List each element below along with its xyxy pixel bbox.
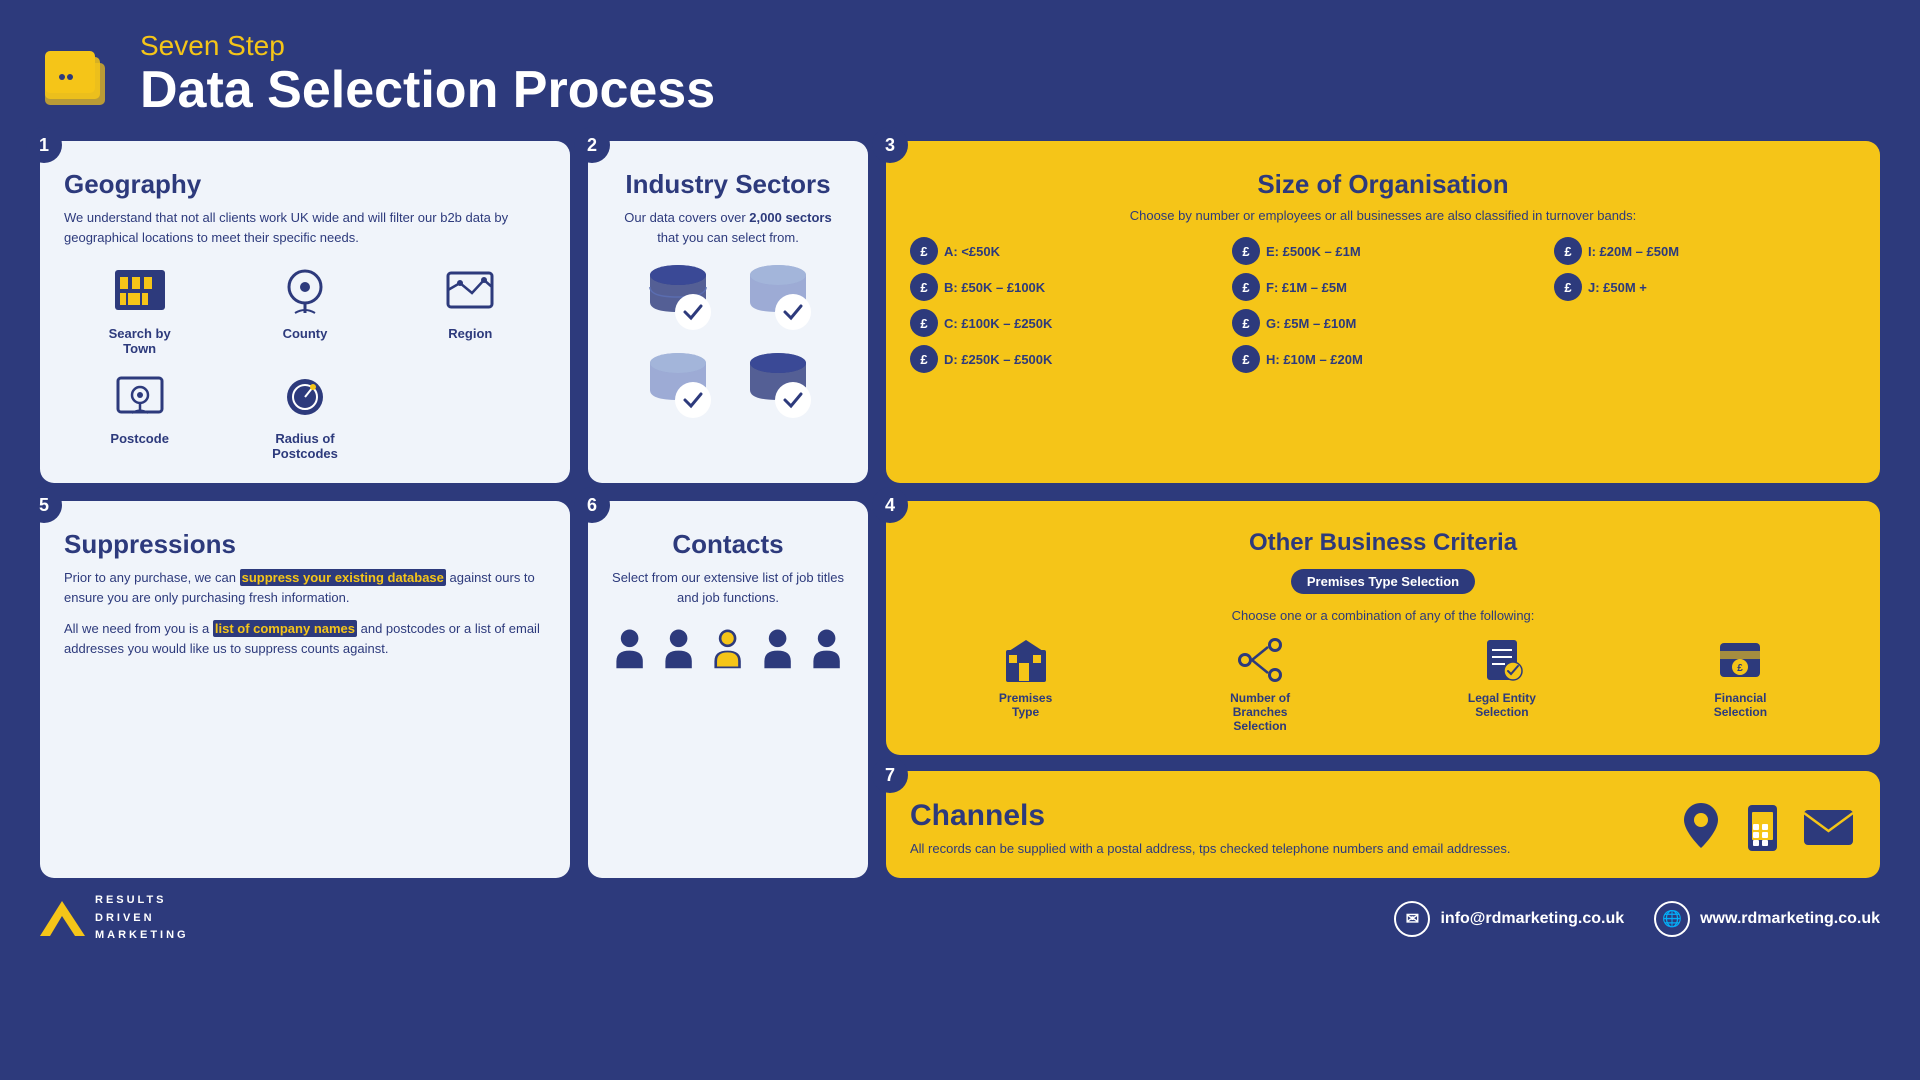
step3-size: 3 Size of Organisation Choose by number … [886, 141, 1880, 483]
step2-badge: 2 [574, 127, 610, 163]
rdm-logo-icon [40, 901, 85, 936]
step1-geography: 1 Geography We understand that not all c… [40, 141, 570, 483]
pound-I: £ [1554, 237, 1582, 265]
other-icons-row: PremisesType [910, 635, 1856, 733]
band-F: £ F: £1M – £5M [1232, 273, 1534, 301]
step7-badge: 7 [872, 757, 908, 793]
premises-badge: Premises Type Selection [1291, 569, 1475, 594]
pound-F: £ [1232, 273, 1260, 301]
step5-suppressions: 5 Suppressions Prior to any purchase, we… [40, 501, 570, 878]
footer-contact: ✉ info@rdmarketing.co.uk 🌐 www.rdmarketi… [1394, 901, 1880, 937]
band-H: £ H: £10M – £20M [1232, 345, 1534, 373]
pound-G: £ [1232, 309, 1260, 337]
step4-subtitle: Choose one or a combination of any of th… [910, 608, 1856, 623]
footer-logo-text: RESULTS DRIVEN MARKETING [95, 892, 189, 945]
size-bands-grid: £ A: <£50K £ E: £500K – £1M £ I: £20M – … [910, 237, 1856, 373]
pound-J: £ [1554, 273, 1582, 301]
premises-type-item: PremisesType [999, 635, 1052, 719]
branches-label: Number ofBranchesSelection [1230, 691, 1290, 733]
step7-body: All records can be supplied with a posta… [910, 841, 1659, 856]
band-G: £ G: £5M – £10M [1232, 309, 1534, 337]
pound-C: £ [910, 309, 938, 337]
footer: RESULTS DRIVEN MARKETING ✉ info@rdmarket… [40, 892, 1880, 945]
step6-contacts: 6 Contacts Select from our extensive lis… [588, 501, 868, 878]
footer-website: 🌐 www.rdmarketing.co.uk [1654, 901, 1880, 937]
geo-search-town-label: Search byTown [109, 326, 171, 356]
telephone-icon [1740, 800, 1785, 855]
financial-item: £ FinancialSelection [1714, 635, 1767, 719]
band-B: £ B: £50K – £100K [910, 273, 1212, 301]
step2-subtitle: Our data covers over 2,000 sectors that … [612, 208, 844, 247]
step4-other: 4 Other Business Criteria Premises Type … [886, 501, 1880, 755]
pound-D: £ [910, 345, 938, 373]
geo-radius: Radius ofPostcodes [229, 370, 380, 461]
geo-region-label: Region [448, 326, 492, 341]
step4-title: Other Business Criteria [910, 529, 1856, 557]
pound-A: £ [910, 237, 938, 265]
step7-channels: 7 Channels All records can be supplied w… [886, 771, 1880, 878]
email-icon [1801, 805, 1856, 850]
contacts-icons [612, 623, 844, 673]
globe-icon: 🌐 [1654, 901, 1690, 937]
pound-E: £ [1232, 237, 1260, 265]
footer-website-text: www.rdmarketing.co.uk [1700, 910, 1880, 928]
main-container: Seven Step Data Selection Process 1 Geog… [0, 0, 1920, 1080]
step1-badge: 1 [26, 127, 62, 163]
step5-body1: Prior to any purchase, we can suppress y… [64, 568, 546, 607]
geo-region: Region [395, 265, 546, 356]
step5-body2: All we need from you is a list of compan… [64, 619, 546, 658]
geo-radius-label: Radius ofPostcodes [272, 431, 338, 461]
band-E: £ E: £500K – £1M [1232, 237, 1534, 265]
band-A: £ A: <£50K [910, 237, 1212, 265]
step3-subtitle: Choose by number or employees or all bus… [910, 208, 1856, 223]
geo-county: County [229, 265, 380, 356]
db-icons [612, 257, 844, 425]
step5-title: Suppressions [64, 529, 546, 560]
step6-subtitle: Select from our extensive list of job ti… [612, 568, 844, 607]
geo-search-by-town: Search byTown [64, 265, 215, 356]
band-I: £ I: £20M – £50M [1554, 237, 1856, 265]
svg-text:£: £ [1738, 663, 1744, 674]
step4-badge: 4 [872, 487, 908, 523]
pound-B: £ [910, 273, 938, 301]
legal-entity-item: Legal EntitySelection [1468, 635, 1536, 719]
header-text: Seven Step Data Selection Process [140, 30, 715, 119]
step6-title: Contacts [612, 529, 844, 560]
postal-icon [1679, 800, 1724, 855]
pound-H: £ [1232, 345, 1260, 373]
geo-postcode: Postcode [64, 370, 215, 461]
premises-type-label: PremisesType [999, 691, 1052, 719]
step3-title: Size of Organisation [910, 169, 1856, 200]
header: Seven Step Data Selection Process [40, 30, 1880, 119]
email-footer-icon: ✉ [1394, 901, 1430, 937]
step1-body: We understand that not all clients work … [64, 208, 546, 247]
branches-item: Number ofBranchesSelection [1230, 635, 1290, 733]
step2-title: Industry Sectors [612, 169, 844, 200]
header-subtitle: Seven Step [140, 30, 715, 62]
geo-icons-grid: Search byTown County [64, 265, 546, 461]
step1-title: Geography [64, 169, 546, 200]
geo-county-label: County [283, 326, 328, 341]
band-J: £ J: £50M + [1554, 273, 1856, 301]
step5-badge: 5 [26, 487, 62, 523]
footer-logo: RESULTS DRIVEN MARKETING [40, 892, 189, 945]
step6-badge: 6 [574, 487, 610, 523]
band-C: £ C: £100K – £250K [910, 309, 1212, 337]
step2-industry: 2 Industry Sectors Our data covers over … [588, 141, 868, 483]
geo-postcode-label: Postcode [110, 431, 169, 446]
header-title: Data Selection Process [140, 62, 715, 119]
header-icon [40, 35, 120, 115]
step3-badge: 3 [872, 127, 908, 163]
db-row-2 [638, 345, 818, 425]
db-row-1 [638, 257, 818, 337]
band-D: £ D: £250K – £500K [910, 345, 1212, 373]
step7-title: Channels [910, 799, 1659, 833]
footer-email-text: info@rdmarketing.co.uk [1440, 910, 1624, 928]
financial-label: FinancialSelection [1714, 691, 1767, 719]
legal-entity-label: Legal EntitySelection [1468, 691, 1536, 719]
footer-email: ✉ info@rdmarketing.co.uk [1394, 901, 1624, 937]
